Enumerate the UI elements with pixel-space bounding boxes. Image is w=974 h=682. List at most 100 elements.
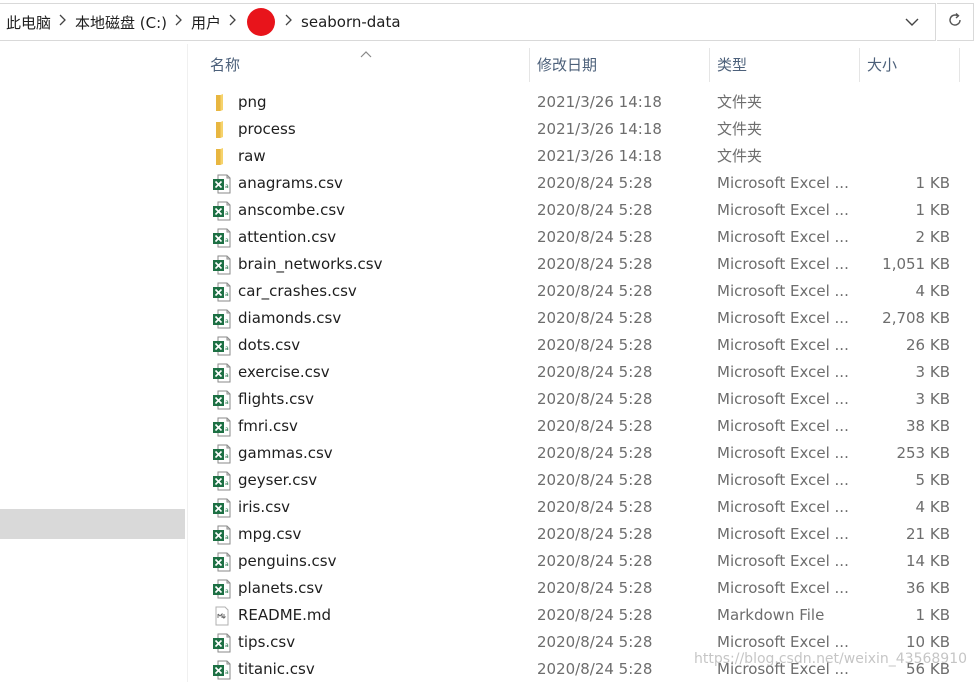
excel-csv-icon: a	[212, 498, 232, 518]
file-row[interactable]: a anscombe.csv 2020/8/24 5:28 Microsoft Exc…	[188, 197, 974, 224]
column-header-type[interactable]: 类型	[717, 44, 857, 84]
file-modified-date: 2020/8/24 5:28	[537, 174, 653, 192]
file-modified-date: 2020/8/24 5:28	[537, 363, 653, 381]
column-header-size[interactable]: 大小	[867, 44, 947, 84]
file-size: 4 KB	[915, 498, 950, 516]
excel-csv-icon: a	[212, 444, 232, 464]
folder-icon	[212, 147, 232, 167]
svg-text:a: a	[225, 291, 229, 298]
svg-text:a: a	[225, 318, 229, 325]
excel-csv-icon: a	[212, 579, 232, 599]
file-modified-date: 2021/3/26 14:18	[537, 147, 662, 165]
file-row[interactable]: process 2021/3/26 14:18 文件夹	[188, 116, 974, 143]
svg-text:a: a	[225, 534, 229, 541]
chevron-right-icon[interactable]	[167, 14, 191, 30]
svg-text:a: a	[225, 480, 229, 487]
file-type: Microsoft Excel ...	[717, 336, 849, 354]
file-type: Microsoft Excel ...	[717, 363, 849, 381]
file-modified-date: 2020/8/24 5:28	[537, 228, 653, 246]
redacted-username-marker[interactable]	[247, 8, 276, 36]
file-row[interactable]: a mpg.csv 2020/8/24 5:28 Microsoft Excel ..…	[188, 521, 974, 548]
chevron-down-icon[interactable]	[904, 14, 920, 30]
breadcrumb-local-disk[interactable]: 本地磁盘 (C:)	[75, 12, 167, 33]
file-type: Microsoft Excel ...	[717, 471, 849, 489]
column-divider[interactable]	[959, 48, 960, 82]
breadcrumb-users[interactable]: 用户	[191, 12, 221, 33]
refresh-button[interactable]	[937, 3, 974, 41]
svg-text:a: a	[225, 372, 229, 379]
column-header-date[interactable]: 修改日期	[537, 44, 707, 84]
file-modified-date: 2020/8/24 5:28	[537, 255, 653, 273]
column-divider[interactable]	[859, 48, 860, 82]
file-modified-date: 2020/8/24 5:28	[537, 336, 653, 354]
file-row[interactable]: README.md 2020/8/24 5:28 Markdown File 1 KB	[188, 602, 974, 629]
file-row[interactable]: a geyser.csv 2020/8/24 5:28 Microsoft Excel…	[188, 467, 974, 494]
file-name: process	[238, 120, 296, 138]
file-name: geyser.csv	[238, 471, 318, 489]
file-name: raw	[238, 147, 266, 165]
file-type: Microsoft Excel ...	[717, 201, 849, 219]
file-row[interactable]: png 2021/3/26 14:18 文件夹	[188, 89, 974, 116]
breadcrumb-this-pc[interactable]: 此电脑	[6, 12, 51, 33]
file-modified-date: 2021/3/26 14:18	[537, 120, 662, 138]
file-row[interactable]: a penguins.csv 2020/8/24 5:28 Microsoft Exc…	[188, 548, 974, 575]
chevron-right-icon[interactable]	[51, 14, 75, 30]
navigation-pane[interactable]	[0, 44, 188, 682]
file-row[interactable]: a diamonds.csv 2020/8/24 5:28 Microsoft Exc…	[188, 305, 974, 332]
file-modified-date: 2020/8/24 5:28	[537, 552, 653, 570]
file-name: tips.csv	[238, 633, 296, 651]
excel-csv-icon: a	[212, 309, 232, 329]
column-header-name[interactable]: 名称	[210, 44, 528, 84]
svg-text:a: a	[225, 642, 229, 649]
file-type: Microsoft Excel ...	[717, 228, 849, 246]
address-bar[interactable]: 此电脑 本地磁盘 (C:) 用户 seaborn-data	[0, 3, 936, 41]
column-divider[interactable]	[529, 48, 530, 82]
file-name: fmri.csv	[238, 417, 298, 435]
file-row[interactable]: a brain_networks.csv 2020/8/24 5:28 Microso…	[188, 251, 974, 278]
file-size: 2 KB	[915, 228, 950, 246]
file-row[interactable]: a dots.csv 2020/8/24 5:28 Microsoft Excel .…	[188, 332, 974, 359]
file-row[interactable]: a anagrams.csv 2020/8/24 5:28 Microsoft Exc…	[188, 170, 974, 197]
file-modified-date: 2020/8/24 5:28	[537, 606, 653, 624]
breadcrumb-current-folder[interactable]: seaborn-data	[301, 13, 401, 31]
file-modified-date: 2020/8/24 5:28	[537, 660, 653, 678]
file-modified-date: 2020/8/24 5:28	[537, 471, 653, 489]
file-size: 5 KB	[915, 471, 950, 489]
file-type: Microsoft Excel ...	[717, 309, 849, 327]
excel-csv-icon: a	[212, 417, 232, 437]
address-bar-row: 此电脑 本地磁盘 (C:) 用户 seaborn-data	[0, 0, 974, 44]
file-row[interactable]: raw 2021/3/26 14:18 文件夹	[188, 143, 974, 170]
chevron-right-icon[interactable]	[221, 14, 245, 30]
svg-text:a: a	[225, 453, 229, 460]
file-row[interactable]: a gammas.csv 2020/8/24 5:28 Microsoft Excel…	[188, 440, 974, 467]
file-type: Microsoft Excel ...	[717, 255, 849, 273]
file-type: 文件夹	[717, 147, 763, 165]
file-row[interactable]: a flights.csv 2020/8/24 5:28 Microsoft Exce…	[188, 386, 974, 413]
file-type: Microsoft Excel ...	[717, 498, 849, 516]
file-name: iris.csv	[238, 498, 291, 516]
file-type: Microsoft Excel ...	[717, 552, 849, 570]
breadcrumb: 此电脑 本地磁盘 (C:) 用户 seaborn-data	[6, 4, 401, 40]
svg-text:a: a	[225, 237, 229, 244]
file-name: dots.csv	[238, 336, 301, 354]
nav-selected-item[interactable]	[0, 509, 185, 539]
svg-text:a: a	[225, 399, 229, 406]
file-size: 3 KB	[915, 363, 950, 381]
file-size: 26 KB	[906, 336, 950, 354]
file-row[interactable]: a planets.csv 2020/8/24 5:28 Microsoft Exce…	[188, 575, 974, 602]
excel-csv-icon: a	[212, 525, 232, 545]
file-row[interactable]: a iris.csv 2020/8/24 5:28 Microsoft Excel .…	[188, 494, 974, 521]
file-name: anscombe.csv	[238, 201, 346, 219]
file-row[interactable]: a car_crashes.csv 2020/8/24 5:28 Microsoft …	[188, 278, 974, 305]
excel-csv-icon: a	[212, 336, 232, 356]
svg-text:a: a	[225, 507, 229, 514]
column-divider[interactable]	[709, 48, 710, 82]
chevron-right-icon[interactable]	[277, 14, 301, 30]
file-size: 1 KB	[915, 174, 950, 192]
file-row[interactable]: a exercise.csv 2020/8/24 5:28 Microsoft Exc…	[188, 359, 974, 386]
excel-csv-icon: a	[212, 255, 232, 275]
file-row[interactable]: a attention.csv 2020/8/24 5:28 Microsoft Ex…	[188, 224, 974, 251]
file-list: png 2021/3/26 14:18 文件夹 process 2021/3/26 14…	[188, 89, 974, 682]
file-row[interactable]: a fmri.csv 2020/8/24 5:28 Microsoft Excel .…	[188, 413, 974, 440]
file-name: attention.csv	[238, 228, 337, 246]
